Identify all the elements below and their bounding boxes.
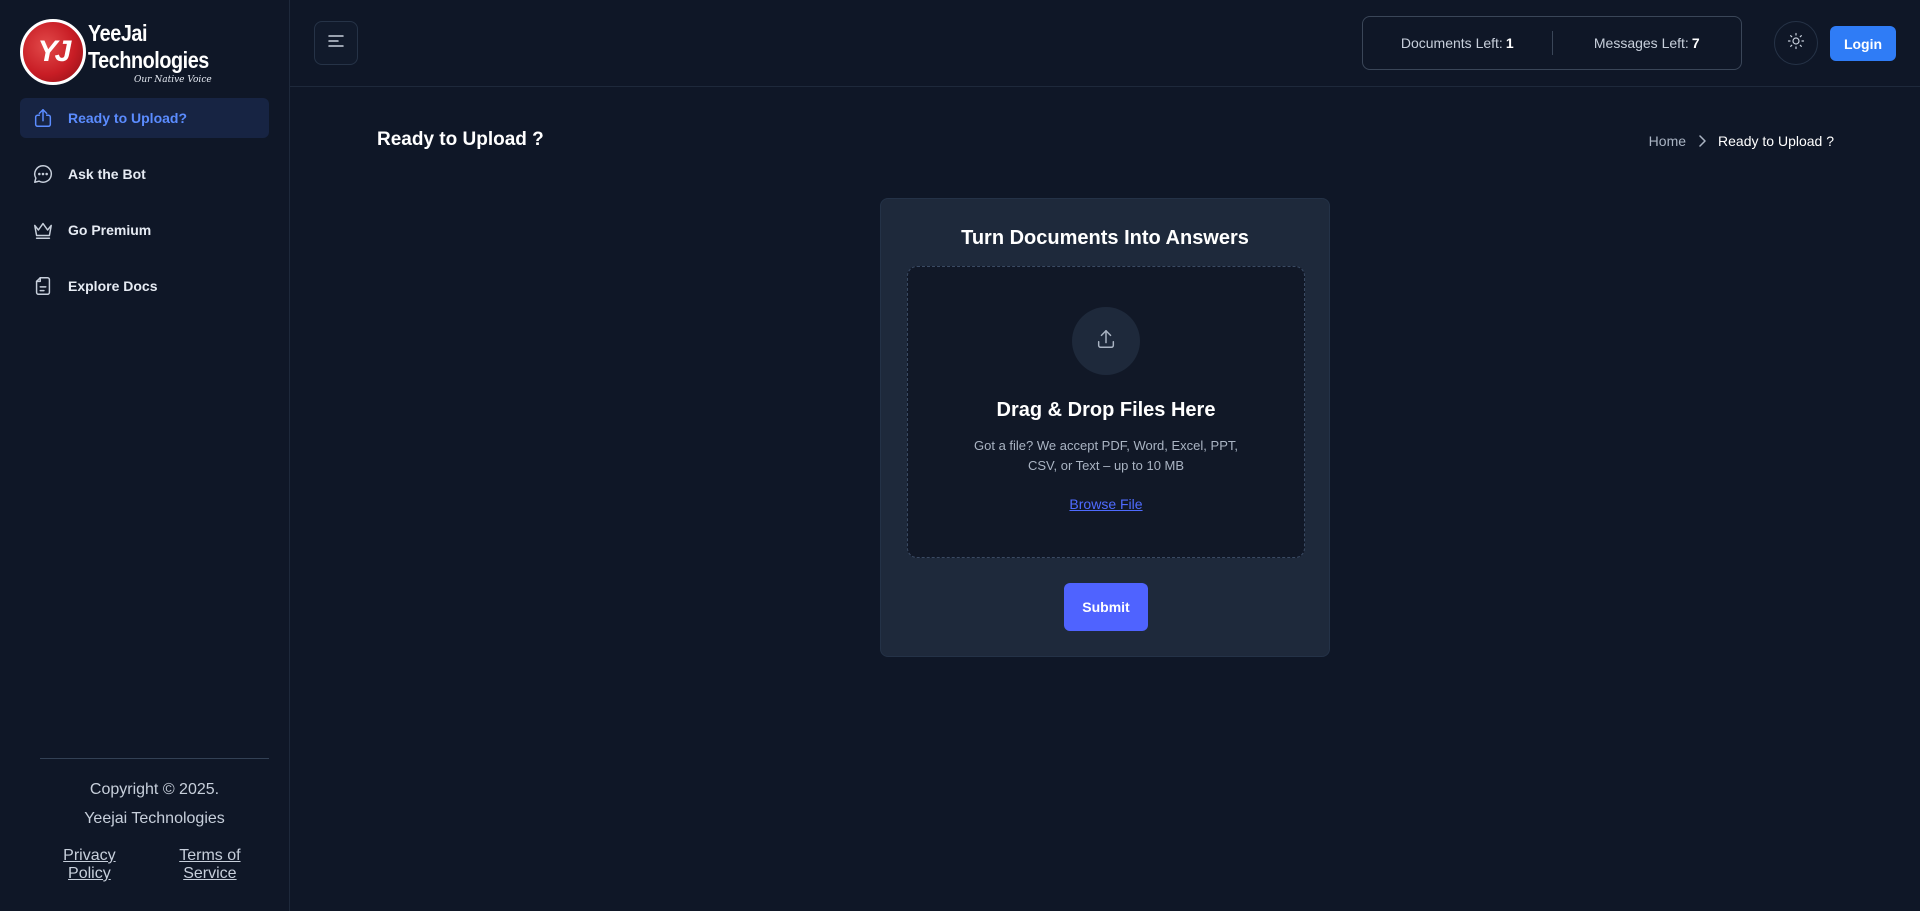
browse-file-link[interactable]: Browse File xyxy=(1069,496,1142,512)
sidebar-item-ready-to-upload[interactable]: Ready to Upload? xyxy=(20,98,269,138)
upload-icon-circle xyxy=(1072,307,1140,375)
breadcrumb: Home Ready to Upload ? xyxy=(1649,133,1834,149)
theme-toggle-button[interactable] xyxy=(1774,21,1818,65)
sidebar-item-label: Ready to Upload? xyxy=(68,110,188,126)
copyright-line-1: Copyright © 2025. xyxy=(89,781,220,798)
footer-links: Privacy Policy Terms of Service xyxy=(40,847,269,883)
documents-left-label: Documents Left: xyxy=(1400,35,1503,51)
messages-left: Messages Left: 7 xyxy=(1553,35,1742,51)
page-title: Ready to Upload ? xyxy=(377,129,544,150)
submit-button[interactable]: Submit xyxy=(1064,583,1148,631)
footer-divider xyxy=(40,758,269,759)
messages-left-label: Messages Left: xyxy=(1593,35,1689,51)
brand-logo[interactable]: YJ YeeJai Technologies Our Native Voice xyxy=(0,0,289,88)
logo-text: YeeJai Technologies Our Native Voice xyxy=(88,20,289,85)
breadcrumb-home-link[interactable]: Home xyxy=(1649,133,1686,149)
copyright-line-2: Yeejai Technologies xyxy=(84,810,225,827)
privacy-policy-link[interactable]: Privacy Policy xyxy=(40,847,139,883)
sidebar-item-explore-docs[interactable]: Explore Docs xyxy=(20,266,269,306)
menu-toggle-button[interactable] xyxy=(314,21,358,65)
document-icon xyxy=(32,275,54,297)
sidebar-item-label: Ask the Bot xyxy=(68,166,146,182)
sidebar-item-go-premium[interactable]: Go Premium xyxy=(20,210,269,250)
sidebar-item-label: Explore Docs xyxy=(68,278,158,294)
file-dropzone[interactable]: Drag & Drop Files Here Got a file? We ac… xyxy=(907,266,1305,558)
chat-bubble-icon xyxy=(32,163,54,185)
sidebar: YJ YeeJai Technologies Our Native Voice … xyxy=(0,0,290,911)
upload-card: Turn Documents Into Answers Drag & Drop … xyxy=(880,198,1330,657)
dropzone-description: Got a file? We accept PDF, Word, Excel, … xyxy=(974,438,1238,473)
breadcrumb-current: Ready to Upload ? xyxy=(1718,133,1834,149)
login-button[interactable]: Login xyxy=(1830,26,1896,61)
upload-icon xyxy=(32,107,54,129)
logo-mark: YJ xyxy=(20,19,86,85)
upload-icon xyxy=(1095,328,1117,355)
top-bar: Documents Left: 1 Messages Left: 7 Login xyxy=(290,0,1920,87)
crown-icon xyxy=(32,219,54,241)
menu-icon xyxy=(328,34,344,53)
documents-left-value: 1 xyxy=(1505,35,1514,51)
chevron-right-icon xyxy=(1698,135,1706,147)
dropzone-title: Drag & Drop Files Here xyxy=(996,399,1216,421)
usage-quota: Documents Left: 1 Messages Left: 7 xyxy=(1362,16,1742,70)
sidebar-nav: Ready to Upload? Ask the Bot Go Premium … xyxy=(0,98,289,306)
main-content: Documents Left: 1 Messages Left: 7 Login R… xyxy=(290,0,1920,911)
messages-left-value: 7 xyxy=(1691,35,1700,51)
terms-of-service-link[interactable]: Terms of Service xyxy=(151,847,269,883)
brand-tagline: Our Native Voice xyxy=(134,74,212,85)
sidebar-item-label: Go Premium xyxy=(68,222,152,238)
upload-card-title: Turn Documents Into Answers xyxy=(961,227,1249,249)
sun-icon xyxy=(1787,32,1805,55)
documents-left: Documents Left: 1 xyxy=(1363,35,1552,51)
app-root: YJ YeeJai Technologies Our Native Voice … xyxy=(0,0,1920,911)
brand-name: YeeJai Technologies xyxy=(88,19,209,73)
sidebar-item-ask-the-bot[interactable]: Ask the Bot xyxy=(20,154,269,194)
sidebar-footer: Copyright © 2025. Yeejai Technologies Pr… xyxy=(40,758,269,883)
